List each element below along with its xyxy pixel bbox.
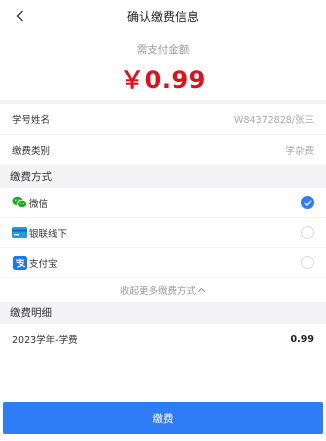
payment-method-header: 缴费方式	[0, 166, 326, 188]
payment-details-header: 缴费明细	[0, 302, 326, 324]
payment-option-alipay[interactable]: 支付宝	[0, 248, 326, 278]
amount-label: 需支付金额	[136, 44, 190, 56]
payment-label-wechat: 微信	[29, 198, 49, 210]
detail-row: 2023学年-学费 0.99	[0, 324, 326, 354]
payment-label-alipay: 支付宝	[29, 258, 58, 270]
info-row-student: 学号姓名 W84372828/张三	[0, 104, 326, 135]
radio-checked-icon[interactable]	[301, 196, 314, 209]
chevron-up-icon	[197, 287, 206, 293]
pay-button[interactable]: 缴费	[3, 402, 323, 434]
fee-type-label: 缴费类别	[12, 146, 51, 157]
unionpay-card-icon	[12, 225, 27, 240]
amount-section: 需支付金额 ￥0.99	[0, 32, 326, 100]
radio-unchecked-icon[interactable]	[301, 226, 314, 239]
fee-type-value: 学杂费	[285, 146, 314, 157]
payment-option-unionpay[interactable]: 银联线下	[0, 218, 326, 248]
detail-item-amount: 0.99	[290, 333, 314, 345]
nav-bar: 确认缴费信息	[0, 0, 326, 32]
detail-item-name: 2023学年-学费	[12, 335, 78, 346]
back-button[interactable]	[6, 0, 34, 32]
radio-unchecked-icon[interactable]	[301, 256, 314, 269]
student-label: 学号姓名	[12, 115, 51, 126]
payment-option-wechat[interactable]: 微信	[0, 188, 326, 218]
info-row-fee-type: 缴费类别 学杂费	[0, 135, 326, 166]
collapse-payment-methods[interactable]: 收起更多缴费方式	[0, 278, 326, 302]
page-title: 确认缴费信息	[126, 9, 199, 24]
wechat-icon	[12, 195, 27, 210]
amount-value: ￥0.99	[120, 66, 206, 94]
student-value: W84372828/张三	[234, 115, 314, 126]
payment-label-unionpay: 银联线下	[29, 228, 68, 240]
alipay-icon	[12, 255, 27, 270]
chevron-left-icon	[16, 10, 23, 22]
collapse-label: 收起更多缴费方式	[119, 286, 196, 297]
